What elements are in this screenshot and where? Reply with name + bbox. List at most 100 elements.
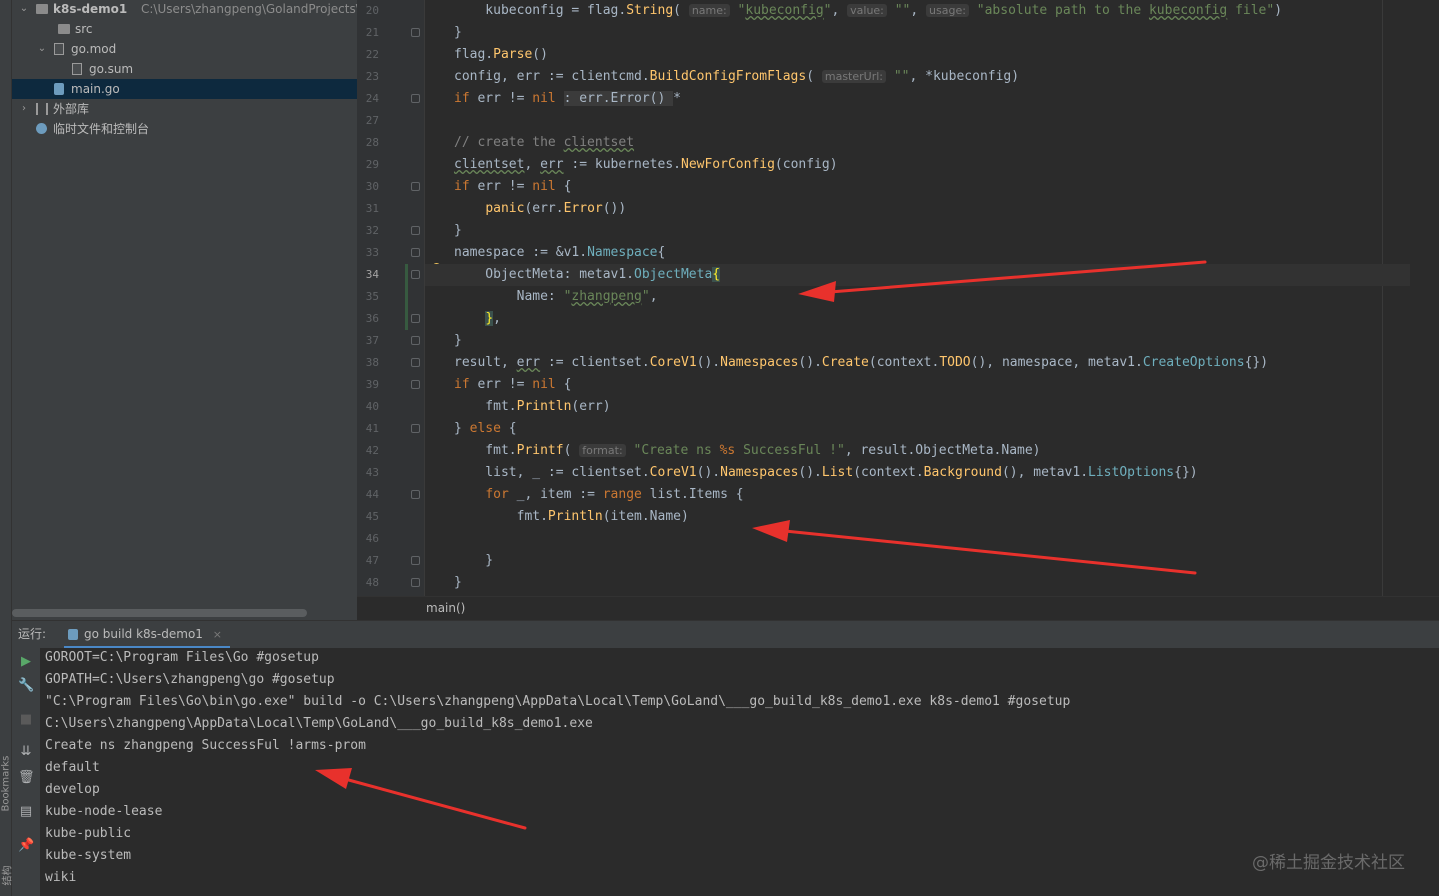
code-line[interactable]: }, [454,308,501,330]
code-line[interactable]: } else { [454,418,517,440]
line-number[interactable]: 35 [357,286,379,308]
line-number[interactable]: 46 [357,528,379,550]
parameter-hint: masterUrl: [821,70,887,83]
code-line[interactable]: } [454,220,462,242]
code-line[interactable]: config, err := clientcmd.BuildConfigFrom… [454,66,1019,88]
code-line[interactable]: } [454,22,462,44]
tree-item-external-libraries[interactable]: › 外部库 [12,99,357,119]
stop-icon[interactable]: ■ [18,712,34,728]
code-line[interactable]: } [454,572,462,594]
line-number[interactable]: 40 [357,396,379,418]
code-token: } [454,223,462,238]
tree-item-folder-src[interactable]: src [12,19,357,39]
line-number[interactable]: 29 [357,154,379,176]
code-line[interactable]: } [454,550,493,572]
vcs-change-marker[interactable] [405,264,408,330]
code-token: fmt. [454,509,548,524]
code-line[interactable]: panic(err.Error()) [454,198,626,220]
tree-item-file-go-sum[interactable]: go.sum [12,59,357,79]
line-number[interactable]: 20 [357,0,379,22]
line-number[interactable]: 30 [357,176,379,198]
close-icon[interactable]: × [213,628,222,641]
line-number[interactable]: 39 [357,374,379,396]
layout-icon[interactable]: ▤ [18,804,34,820]
breadcrumb[interactable]: main() [357,596,1439,620]
tree-item-project-root[interactable]: ⌄ k8s-demo1 C:\Users\zhangpeng\GolandProje… [12,0,357,19]
line-number[interactable]: 32 [357,220,379,242]
code-line[interactable]: if err != nil : err.Error() * [454,88,681,110]
tree-item-file-main-go[interactable]: main.go [12,79,357,99]
code-line[interactable]: namespace := &v1.Namespace{ [454,242,665,264]
fold-marker-icon[interactable] [411,28,420,37]
chevron-down-icon[interactable]: ⌄ [36,39,48,59]
run-console[interactable]: GOROOT=C:\Program Files\Go #gosetup GOPAT… [40,648,1439,896]
line-number[interactable]: 31 [357,198,379,220]
code-line[interactable]: if err != nil { [454,374,571,396]
code-line[interactable]: clientset, err := kubernetes.NewForConfi… [454,154,838,176]
fold-marker-icon[interactable] [411,556,420,565]
code-token: range [602,487,642,502]
line-number[interactable]: 36 [357,308,379,330]
pin-icon[interactable]: 📌 [18,838,34,854]
code-line[interactable]: fmt.Printf( format: "Create ns %s Succes… [454,440,1040,462]
line-number[interactable]: 33 [357,242,379,264]
line-number[interactable]: 44 [357,484,379,506]
fold-marker-icon[interactable] [411,314,420,323]
fold-marker-icon[interactable] [411,226,420,235]
line-number[interactable]: 38 [357,352,379,374]
line-number[interactable]: 45 [357,506,379,528]
code-line[interactable]: flag.Parse() [454,44,548,66]
chevron-down-icon[interactable]: ⌄ [18,0,30,19]
code-token: clientset [454,157,525,172]
fold-marker-icon[interactable] [411,490,420,499]
run-tab-go-build[interactable]: go build k8s-demo1 × [64,621,230,648]
fold-marker-icon[interactable] [411,270,420,279]
console-line: Create ns zhangpeng SuccessFul !arms-pro… [45,738,366,753]
code-line[interactable]: fmt.Println(item.Name) [454,506,689,528]
fold-marker-icon[interactable] [411,248,420,257]
code-line[interactable]: } [454,330,462,352]
code-line[interactable]: list, _ := clientset.CoreV1().Namespaces… [454,462,1197,484]
line-number[interactable]: 37 [357,330,379,352]
line-number[interactable]: 43 [357,462,379,484]
console-line: GOROOT=C:\Program Files\Go #gosetup [45,650,319,665]
tree-item-scratches-and-consoles[interactable]: 临时文件和控制台 [12,119,357,139]
code-line[interactable]: // create the clientset [454,132,634,154]
fold-marker-icon[interactable] [411,182,420,191]
line-number[interactable]: 21 [357,22,379,44]
fold-marker-icon[interactable] [411,578,420,587]
code-line[interactable]: result, err := clientset.CoreV1().Namesp… [454,352,1268,374]
code-editor[interactable]: 20 21 22 23 24 27 28 29 30 31 32 33 34 35 36 37 38 39 40 41… [357,0,1439,620]
line-number[interactable]: 23 [357,66,379,88]
line-number[interactable]: 41 [357,418,379,440]
breadcrumb-item-main[interactable]: main() [426,601,465,615]
code-line[interactable]: for _, item := range list.Items { [454,484,743,506]
code-line[interactable]: ObjectMeta: metav1.ObjectMeta{ [425,264,1410,286]
run-icon[interactable]: ▶ [18,654,34,670]
chevron-right-icon[interactable]: › [18,99,30,119]
code-line[interactable]: Name: "zhangpeng", [454,286,658,308]
scroll-to-end-icon[interactable]: ⇊ [18,744,34,760]
project-horizontal-scrollbar[interactable] [12,609,307,617]
bookmarks-tab[interactable]: Bookmarks [1,740,12,812]
line-number[interactable]: 28 [357,132,379,154]
fold-marker-icon[interactable] [411,336,420,345]
line-number[interactable]: 48 [357,572,379,594]
fold-marker-icon[interactable] [411,424,420,433]
fold-marker-icon[interactable] [411,358,420,367]
trash-icon[interactable]: 🗑 [18,770,35,786]
line-number[interactable]: 27 [357,110,379,132]
fold-marker-icon[interactable] [411,380,420,389]
code-line[interactable]: fmt.Println(err) [454,396,610,418]
wrench-icon[interactable]: 🔧 [18,678,34,694]
fold-marker-icon[interactable] [411,94,420,103]
tree-item-file-go-mod[interactable]: ⌄ go.mod [12,39,357,59]
line-number[interactable]: 47 [357,550,379,572]
code-token: () [532,47,548,62]
line-number[interactable]: 42 [357,440,379,462]
line-number[interactable]: 24 [357,88,379,110]
code-line[interactable]: if err != nil { [454,176,571,198]
line-number[interactable]: 22 [357,44,379,66]
code-line[interactable]: kubeconfig = flag.String( name: "kubecon… [454,0,1282,22]
line-number[interactable]: 34 [357,264,379,286]
